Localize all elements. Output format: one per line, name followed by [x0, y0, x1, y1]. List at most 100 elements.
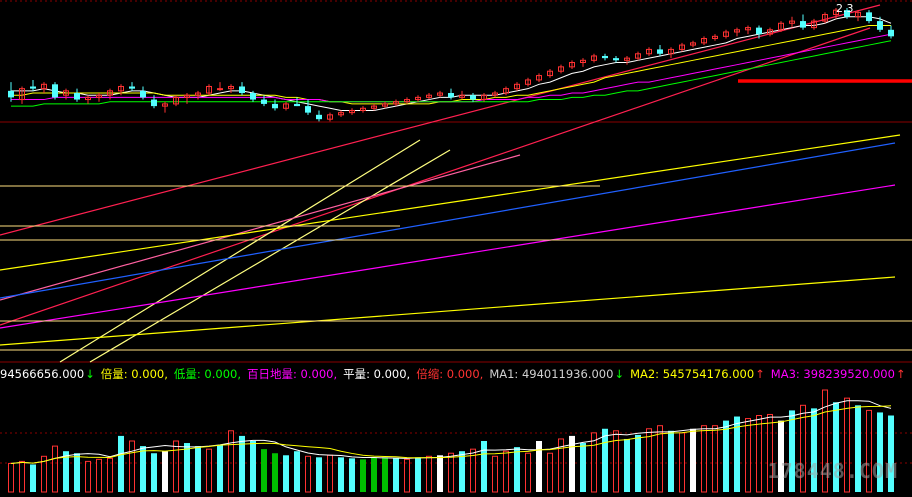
candle-body	[800, 21, 806, 28]
arrow-up-icon: ↑	[895, 367, 906, 381]
volume-bar	[294, 451, 300, 492]
candle-body	[129, 86, 135, 89]
trend-line-1	[0, 4, 881, 236]
legend-item: 低量: 0.000,	[174, 367, 241, 381]
volume-bar	[151, 453, 157, 492]
volume-bar	[459, 451, 465, 492]
volume-bar	[657, 425, 663, 493]
candle-body	[140, 90, 146, 98]
candle-body	[52, 84, 58, 98]
candle-body	[470, 95, 476, 100]
volume-bar	[415, 457, 421, 492]
candle-body	[305, 106, 311, 113]
volume-bar	[140, 446, 146, 492]
volume-bar	[129, 440, 135, 493]
volume-bar	[514, 447, 520, 492]
volume-bar	[668, 430, 674, 492]
legend-item-text: 倍缩: 0.000,	[416, 367, 484, 381]
legend-item: MA3: 398239520.000↑	[771, 367, 906, 381]
volume-bar	[360, 459, 366, 492]
volume-bar	[646, 428, 652, 493]
candle-body	[8, 90, 14, 98]
trend-line-6	[0, 142, 896, 299]
trend-line-5	[0, 134, 901, 271]
volume-bar	[305, 455, 311, 493]
candle-body	[448, 93, 454, 98]
legend-item: 94566656.000↓	[0, 367, 95, 381]
volume-bar	[591, 432, 597, 493]
volume-bar	[690, 428, 696, 492]
candle-body	[151, 99, 157, 107]
legend-item: 倍量: 0.000,	[101, 367, 168, 381]
volume-bar	[536, 441, 542, 492]
candle-body	[250, 93, 256, 100]
volume-bar	[679, 432, 685, 493]
legend-item-text: MA2: 545754176.000	[630, 367, 755, 381]
trend-line-8	[0, 276, 896, 346]
candle-body	[602, 55, 608, 59]
candle-body	[294, 103, 300, 107]
legend-item-text: 平量: 0.000,	[343, 367, 411, 381]
candle-body	[877, 21, 883, 30]
candle-body	[74, 93, 80, 100]
volume-bar	[250, 441, 256, 492]
volume-bar	[96, 458, 102, 493]
volume-bar	[492, 455, 498, 493]
volume-bar	[525, 452, 531, 493]
volume-bar	[195, 446, 201, 492]
volume-bar	[118, 435, 124, 492]
volume-bar	[756, 415, 762, 493]
legend-item-text: 低量: 0.000,	[173, 367, 241, 381]
volume-bar	[327, 454, 333, 493]
volume-bar	[228, 430, 234, 493]
candle-body	[613, 58, 619, 61]
volume-bar	[74, 453, 80, 492]
volume-bar	[283, 455, 289, 492]
volume-bar	[85, 460, 91, 493]
candle-body	[756, 27, 762, 35]
candle-body	[866, 12, 872, 22]
watermark: 178448.COM	[767, 459, 898, 483]
legend-item: 百日地量: 0.000,	[247, 367, 337, 381]
trend-line-7	[0, 184, 896, 329]
volume-bar	[349, 458, 355, 492]
arrow-down-icon: ↓	[85, 367, 95, 381]
kline-chart[interactable]	[0, 0, 912, 493]
volume-bar	[371, 457, 377, 492]
volume-bar	[217, 445, 223, 492]
volume-bar	[745, 418, 751, 493]
candle-body	[217, 88, 223, 91]
volume-bar	[701, 425, 707, 493]
candle-body	[888, 29, 894, 37]
trend-line-0	[0, 27, 871, 326]
candle-body	[657, 49, 663, 54]
volume-bar	[635, 434, 641, 492]
chart-canvas	[0, 0, 912, 493]
legend-item: 倍缩: 0.000,	[416, 367, 483, 381]
volume-bar	[602, 428, 608, 492]
legend-item-text: 倍量: 0.000,	[100, 367, 168, 381]
volume-bar	[481, 441, 487, 492]
trend-line-4	[0, 154, 521, 301]
legend-item: MA1: 494011936.000↓	[489, 367, 624, 381]
volume-bar	[393, 458, 399, 492]
candle-body	[30, 86, 36, 89]
volume-indicator-legend: 94566656.000↓ 倍量: 0.000, 低量: 0.000, 百日地量: 0…	[0, 366, 912, 382]
legend-item: MA2: 545754176.000↑	[630, 367, 765, 381]
volume-bar	[19, 460, 25, 493]
volume-bar	[382, 457, 388, 492]
volume-bar	[261, 449, 267, 492]
candle-body	[316, 114, 322, 120]
legend-item: 平量: 0.000,	[343, 367, 410, 381]
volume-bar	[272, 453, 278, 492]
volume-bar	[173, 440, 179, 493]
volume-bar	[503, 450, 509, 493]
volume-bar	[30, 464, 36, 492]
candle-body	[261, 99, 267, 104]
arrow-up-icon: ↑	[755, 367, 765, 381]
volume-bar	[184, 443, 190, 492]
volume-bar	[52, 445, 58, 493]
volume-bar	[547, 452, 553, 493]
volume-bar	[437, 455, 443, 492]
volume-bar	[712, 425, 718, 493]
